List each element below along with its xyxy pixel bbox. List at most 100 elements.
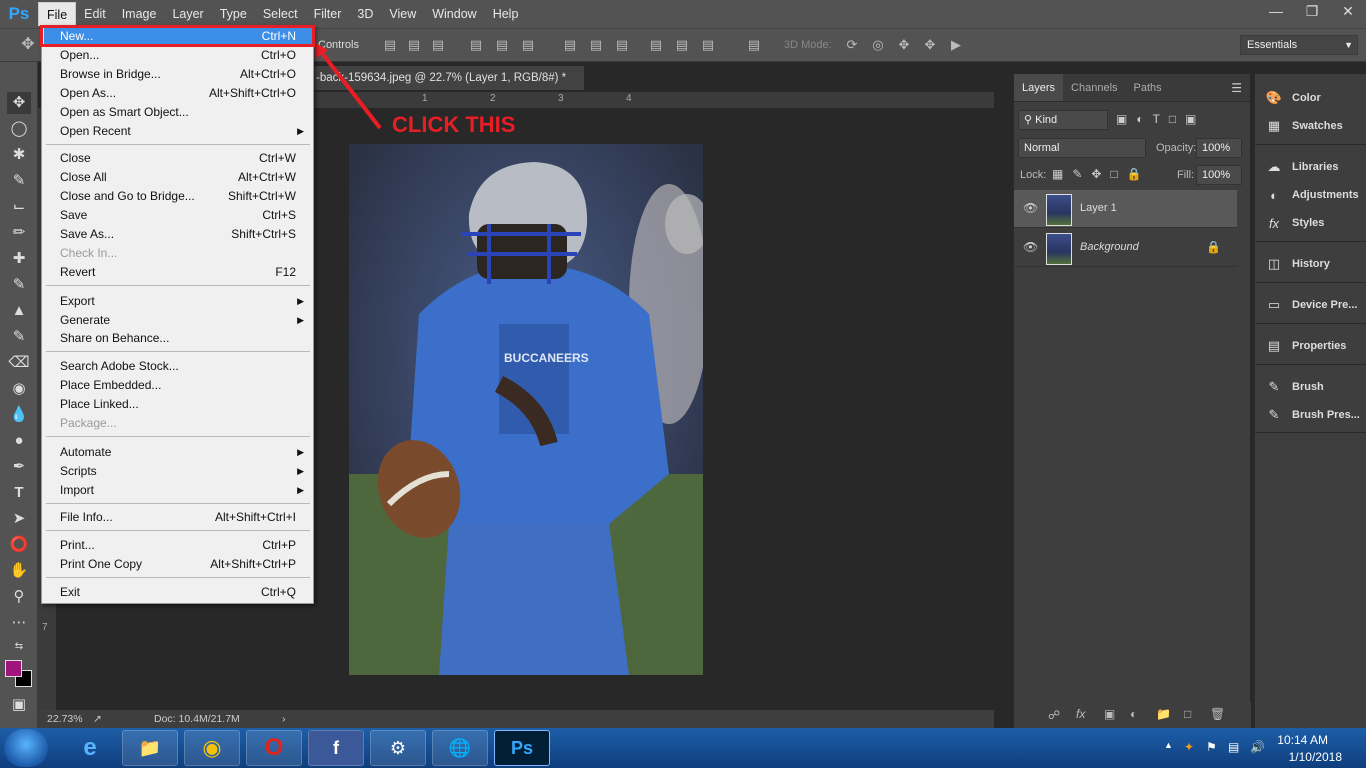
- menu-item-exit[interactable]: Exit Ctrl+Q: [44, 583, 312, 602]
- opera-icon[interactable]: O: [246, 730, 302, 766]
- lasso-tool-icon[interactable]: ✱: [7, 144, 31, 166]
- export-icon[interactable]: ↗: [93, 710, 102, 728]
- distribute-hcenter-icon[interactable]: ▤: [674, 38, 690, 52]
- healing-brush-tool-icon[interactable]: ✚: [7, 248, 31, 270]
- menu-item-browse-in-bridge[interactable]: Browse in Bridge... Alt+Ctrl+O: [44, 65, 312, 84]
- menu-help[interactable]: Help: [485, 2, 527, 26]
- folder-icon[interactable]: 📁: [1156, 707, 1171, 721]
- menu-view[interactable]: View: [381, 2, 424, 26]
- blur-tool-icon[interactable]: 💧: [7, 404, 31, 426]
- trash-icon[interactable]: 🗑: [1210, 707, 1225, 721]
- 3d-roll-icon[interactable]: ◎: [870, 38, 886, 52]
- menu-window[interactable]: Window: [424, 2, 484, 26]
- menu-item-print[interactable]: Print... Ctrl+P: [44, 536, 312, 555]
- distribute-left-icon[interactable]: ▤: [648, 38, 664, 52]
- menu-item-open-as[interactable]: Open As... Alt+Shift+Ctrl+O: [44, 84, 312, 103]
- add-mask-icon[interactable]: ▣: [1104, 707, 1115, 721]
- menu-item-save[interactable]: Save Ctrl+S: [44, 206, 312, 225]
- move-tool-icon[interactable]: ✥: [20, 37, 36, 53]
- menu-item-print-one-copy[interactable]: Print One Copy Alt+Shift+Ctrl+P: [44, 555, 312, 574]
- tab-layers[interactable]: Layers: [1014, 74, 1064, 101]
- align-left-icon[interactable]: ▤: [468, 38, 484, 52]
- eye-icon[interactable]: 👁: [1023, 201, 1038, 215]
- menu-image[interactable]: Image: [114, 2, 165, 26]
- panel-brush[interactable]: ✎ Brush: [1255, 374, 1366, 400]
- align-hcenter-icon[interactable]: ▤: [494, 38, 510, 52]
- minimize-icon[interactable]: —: [1258, 0, 1294, 22]
- eyedropper-tool-icon[interactable]: ✏: [7, 222, 31, 244]
- steam-icon[interactable]: ⚙: [370, 730, 426, 766]
- panel-menu-icon[interactable]: ☰: [1170, 74, 1250, 101]
- volume-icon[interactable]: 🔊: [1250, 740, 1265, 754]
- panel-device-preview[interactable]: ▭ Device Pre...: [1255, 292, 1366, 318]
- menu-edit[interactable]: Edit: [76, 2, 114, 26]
- menu-item-search-adobe-stock[interactable]: Search Adobe Stock...: [44, 357, 312, 376]
- facebook-icon[interactable]: f: [308, 730, 364, 766]
- menu-layer[interactable]: Layer: [164, 2, 211, 26]
- panel-swatches[interactable]: ▦ Swatches: [1255, 113, 1366, 139]
- distribute-right-icon[interactable]: ▤: [700, 38, 716, 52]
- tab-paths[interactable]: Paths: [1126, 74, 1170, 101]
- menu-item-open-recent[interactable]: Open Recent ▶: [44, 122, 312, 141]
- fill-field[interactable]: 100%: [1196, 165, 1242, 185]
- distribute-vcenter-icon[interactable]: ▤: [588, 38, 604, 52]
- foreground-color-swatch[interactable]: [5, 660, 22, 677]
- panel-properties[interactable]: ▤ Properties: [1255, 333, 1366, 359]
- marquee-tool-icon[interactable]: ◯: [7, 118, 31, 140]
- menu-item-place-linked[interactable]: Place Linked...: [44, 395, 312, 414]
- 3d-orbit-icon[interactable]: ⟳: [844, 38, 860, 52]
- dodge-tool-icon[interactable]: ●: [7, 430, 31, 452]
- pen-tool-icon[interactable]: ✒: [7, 456, 31, 478]
- layer-row-layer-1[interactable]: 👁 Layer 1: [1014, 190, 1237, 228]
- clock-date[interactable]: 1/10/2018: [1289, 750, 1342, 764]
- quick-select-tool-icon[interactable]: ✎: [7, 170, 31, 192]
- panel-adjustments[interactable]: ◐ Adjustments: [1255, 182, 1366, 208]
- avast-icon[interactable]: ✦: [1184, 740, 1194, 754]
- workspace-select[interactable]: Essentials ▼: [1240, 35, 1358, 55]
- clock-time[interactable]: 10:14 AM: [1277, 733, 1328, 747]
- chevron-up-icon[interactable]: ▲: [1164, 740, 1173, 750]
- hand-tool-icon[interactable]: ✋: [7, 560, 31, 582]
- align-vcenter-icon[interactable]: ▤: [406, 38, 422, 52]
- align-right-icon[interactable]: ▤: [520, 38, 536, 52]
- start-button[interactable]: [4, 729, 48, 767]
- fx-icon[interactable]: fx: [1076, 707, 1085, 721]
- menu-item-import[interactable]: Import ▶: [44, 481, 312, 500]
- menu-item-place-embedded[interactable]: Place Embedded...: [44, 376, 312, 395]
- menu-item-close-all[interactable]: Close All Alt+Ctrl+W: [44, 168, 312, 187]
- history-brush-tool-icon[interactable]: ✎: [7, 326, 31, 348]
- tab-channels[interactable]: Channels: [1063, 74, 1125, 101]
- new-layer-icon[interactable]: □: [1184, 707, 1191, 721]
- layer-row-background[interactable]: 👁 Background 🔒: [1014, 229, 1237, 267]
- path-select-tool-icon[interactable]: ➤: [7, 508, 31, 530]
- move-tool-icon[interactable]: ✥: [7, 92, 31, 114]
- auto-align-icon[interactable]: ▤: [746, 38, 762, 52]
- eye-icon[interactable]: 👁: [1023, 240, 1038, 254]
- eraser-tool-icon[interactable]: ⌫: [7, 352, 31, 374]
- layer-filter-select[interactable]: ⚲ Kind: [1018, 110, 1108, 130]
- menu-item-close-go-bridge[interactable]: Close and Go to Bridge... Shift+Ctrl+W: [44, 187, 312, 206]
- menu-item-revert[interactable]: Revert F12: [44, 263, 312, 282]
- quick-mask-icon[interactable]: ▣: [7, 694, 31, 716]
- menu-item-scripts[interactable]: Scripts ▶: [44, 462, 312, 481]
- menu-item-open-smart-object[interactable]: Open as Smart Object...: [44, 103, 312, 122]
- photoshop-icon[interactable]: Ps: [494, 730, 550, 766]
- panel-libraries[interactable]: ☁ Libraries: [1255, 154, 1366, 180]
- network-app-icon[interactable]: 🌐: [432, 730, 488, 766]
- panel-color[interactable]: 🎨 Color: [1255, 85, 1366, 111]
- menu-item-file-info[interactable]: File Info... Alt+Shift+Ctrl+I: [44, 508, 312, 527]
- distribute-top-icon[interactable]: ▤: [562, 38, 578, 52]
- 3d-pan-icon[interactable]: ✥: [896, 38, 912, 52]
- flag-icon[interactable]: ⚑: [1206, 740, 1217, 754]
- ellipse-tool-icon[interactable]: ⭕: [7, 534, 31, 556]
- chrome-icon[interactable]: ◉: [184, 730, 240, 766]
- close-icon[interactable]: ✕: [1330, 0, 1366, 22]
- align-bottom-icon[interactable]: ▤: [430, 38, 446, 52]
- type-tool-icon[interactable]: T: [7, 482, 31, 504]
- zoom-level[interactable]: 22.73%: [47, 710, 83, 728]
- crop-tool-icon[interactable]: ⌙: [7, 196, 31, 218]
- menu-item-save-as[interactable]: Save As... Shift+Ctrl+S: [44, 225, 312, 244]
- distribute-bottom-icon[interactable]: ▤: [614, 38, 630, 52]
- file-explorer-icon[interactable]: 📁: [122, 730, 178, 766]
- 3d-slide-icon[interactable]: ✥: [922, 38, 938, 52]
